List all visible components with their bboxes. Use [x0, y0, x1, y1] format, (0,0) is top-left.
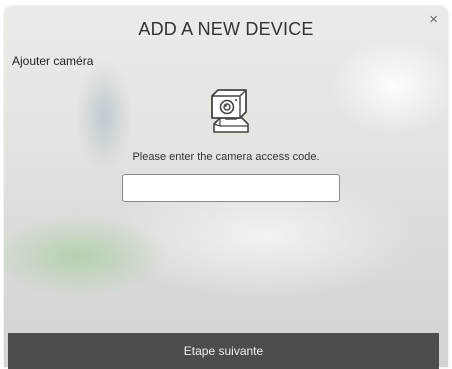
access-code-input[interactable] [122, 174, 340, 202]
device-type-label: Ajouter caméra [12, 54, 94, 68]
access-code-prompt: Please enter the camera access code. [132, 151, 320, 163]
dialog-title: ADD A NEW DEVICE [138, 19, 314, 39]
add-device-dialog: ADD A NEW DEVICE × Ajouter caméra Please… [4, 6, 448, 367]
camera-icon [211, 89, 249, 133]
close-icon[interactable]: × [429, 12, 438, 28]
next-step-button[interactable]: Etape suivante [8, 333, 439, 369]
